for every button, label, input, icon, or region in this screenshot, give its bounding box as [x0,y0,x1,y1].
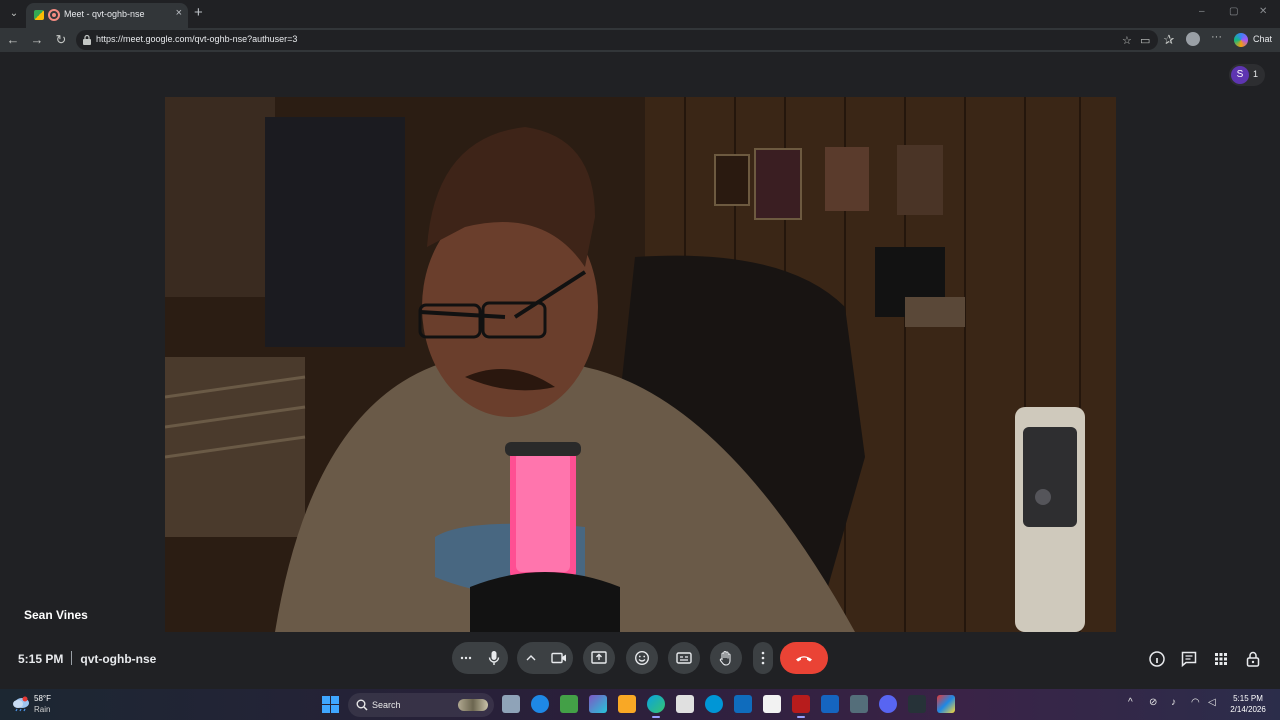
raise-hand-button[interactable] [710,642,742,674]
address-bar[interactable]: https://meet.google.com/qvt-oghb-nse?aut… [76,30,1158,50]
settings-gear-icon[interactable] [850,695,868,713]
raise-hand-icon [719,650,731,666]
video-feed [165,97,1116,632]
copilot-label: Chat [1253,34,1273,44]
recording-app-icon[interactable] [792,695,810,718]
tab-meet[interactable]: Meet - qvt-oghb-nse × [26,3,188,28]
screen: ⌄ Meet - qvt-oghb-nse × + – ▢ ✕ ← → ↻ ht… [0,0,1280,720]
captions-icon [676,652,692,664]
search-label: Search [372,700,401,710]
weather-temperature: 58°F [34,694,51,703]
participant-count: 1 [1253,69,1259,79]
info-icon [1149,651,1165,667]
star-icon[interactable]: ☆ [1122,34,1132,47]
copilot-chat-button[interactable]: Chat [1232,30,1278,50]
apps-grid-icon [1215,653,1227,665]
camera-in-use-icon[interactable]: ▭ [1140,34,1150,47]
browser-menu-icon[interactable]: ··· [1211,31,1222,43]
meet-call-area: S 1 Sean Vines 5:15 PM qvt-oghb-nse [0,52,1280,692]
speaker-name: Sean Vines [24,608,88,622]
profile-avatar[interactable] [1186,32,1200,46]
wifi-icon[interactable]: ◠ [1191,697,1200,708]
hp-icon[interactable] [705,695,723,713]
system-clock[interactable]: 5:15 PM 2/14/2026 [1226,693,1270,715]
favorites-icon[interactable]: ✰ [1160,31,1178,49]
more-vertical-icon [761,651,765,665]
browser-tab-strip: ⌄ Meet - qvt-oghb-nse × + – ▢ ✕ [0,0,1280,28]
tab-list-chevron-icon[interactable]: ⌄ [4,4,24,24]
url-text: https://meet.google.com/qvt-oghb-nse?aut… [96,34,298,44]
chat-icon [1181,651,1197,668]
present-screen-icon [591,651,607,664]
task-view-icon[interactable] [502,695,520,713]
camera-icon[interactable] [551,652,567,664]
tab-title: Meet - qvt-oghb-nse [64,9,145,19]
copilot-icon [1234,33,1248,47]
meeting-time: 5:15 PM [18,652,64,666]
maximize-button[interactable]: ▢ [1229,6,1238,17]
leave-call-button[interactable] [780,642,828,674]
webcam-scene [165,97,1116,632]
search-highlight-icon [458,699,488,711]
activities-button[interactable] [1212,650,1230,668]
microsoft-store-icon[interactable] [676,695,694,713]
xbox-game-icon[interactable] [560,695,578,713]
photos-icon[interactable] [821,695,839,713]
solitaire-icon[interactable] [763,695,781,713]
participant-avatar: S [1231,66,1249,84]
meeting-details-button[interactable] [1148,650,1166,668]
forward-arrow-icon[interactable]: → [28,31,46,49]
meet-favicon-icon [34,10,44,20]
start-windows-icon[interactable] [322,696,339,713]
obs-icon[interactable] [908,695,926,713]
new-tab-button[interactable]: + [194,4,203,21]
chat-button[interactable] [1180,650,1198,668]
present-button[interactable] [583,642,615,674]
site-info-icon[interactable] [82,34,92,46]
more-options-dots-icon[interactable] [460,656,472,660]
network-off-icon[interactable]: ⊘ [1149,697,1157,708]
weather-widget[interactable]: 58°F Rain [12,694,72,716]
file-explorer-icon[interactable] [618,695,636,713]
more-actions-button[interactable] [753,642,773,674]
minimize-button[interactable]: – [1199,6,1205,17]
divider [71,651,73,665]
back-arrow-icon[interactable]: ← [4,31,22,49]
taskbar-search[interactable]: Search [348,693,494,717]
participants-chip[interactable]: S 1 [1229,64,1265,86]
camera-group [517,642,573,674]
microphone-tray-icon[interactable]: ♪ [1171,697,1176,708]
paint-icon[interactable] [937,695,955,713]
meeting-code: qvt-oghb-nse [80,652,157,666]
recording-indicator-icon [48,9,60,21]
clock-date: 2/14/2026 [1230,705,1266,714]
meeting-info: 5:15 PM qvt-oghb-nse [18,651,156,666]
browser-toolbar: ← → ↻ https://meet.google.com/qvt-oghb-n… [0,28,1280,52]
hang-up-icon [796,656,812,662]
copilot-app-icon[interactable] [531,695,549,713]
rain-cloud-icon [13,696,29,712]
reload-icon[interactable]: ↻ [52,31,70,49]
camera-options-chevron-icon[interactable] [526,655,536,661]
volume-icon[interactable]: ◁ [1208,697,1216,708]
microphone-group [452,642,508,674]
weather-condition: Rain [34,705,51,714]
show-hidden-icons-chevron-icon[interactable]: ^ [1128,697,1133,708]
copilot-icon-2[interactable] [589,695,607,713]
emoji-icon [634,650,650,666]
search-icon [356,699,368,711]
host-controls-button[interactable] [1244,650,1262,668]
outlook-icon[interactable] [734,695,752,713]
emoji-button[interactable] [626,642,658,674]
clock-time: 5:15 PM [1233,694,1263,703]
edge-browser-icon[interactable] [647,695,665,718]
tab-close-icon[interactable]: × [176,7,182,19]
captions-button[interactable] [668,642,700,674]
discord-icon[interactable] [879,695,897,713]
close-window-button[interactable]: ✕ [1259,6,1267,17]
windows-taskbar: 58°F Rain Search ^ ⊘ ♪ ◠ ◁ 5:15 PM 2/14/… [0,689,1280,720]
host-lock-icon [1246,651,1260,667]
microphone-icon[interactable] [488,650,500,666]
